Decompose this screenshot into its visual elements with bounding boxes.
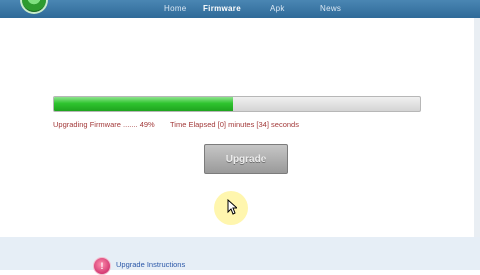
upgrade-progress-bar: [53, 96, 421, 112]
mouse-cursor-icon: [227, 199, 237, 215]
time-elapsed-text: Time Elapsed [0] minutes [34] seconds: [170, 120, 299, 129]
top-nav-bar: Home Firmware Apk News: [0, 0, 480, 18]
nav-item-apk[interactable]: Apk: [270, 4, 285, 13]
nav-item-firmware[interactable]: Firmware: [203, 4, 241, 13]
page-edge: [474, 18, 480, 270]
info-icon: !: [93, 257, 111, 275]
upgrade-instructions-link[interactable]: Upgrade Instructions: [116, 260, 185, 269]
upgrade-status-text: Upgrading Firmware ....... 49%: [53, 120, 155, 129]
instructions-band: [0, 237, 480, 270]
nav-item-home[interactable]: Home: [164, 4, 187, 13]
app-logo-icon: [22, 0, 46, 12]
nav-item-news[interactable]: News: [320, 4, 341, 13]
upgrade-progress-fill: [54, 97, 234, 111]
upgrade-button[interactable]: Upgrade: [204, 144, 288, 174]
